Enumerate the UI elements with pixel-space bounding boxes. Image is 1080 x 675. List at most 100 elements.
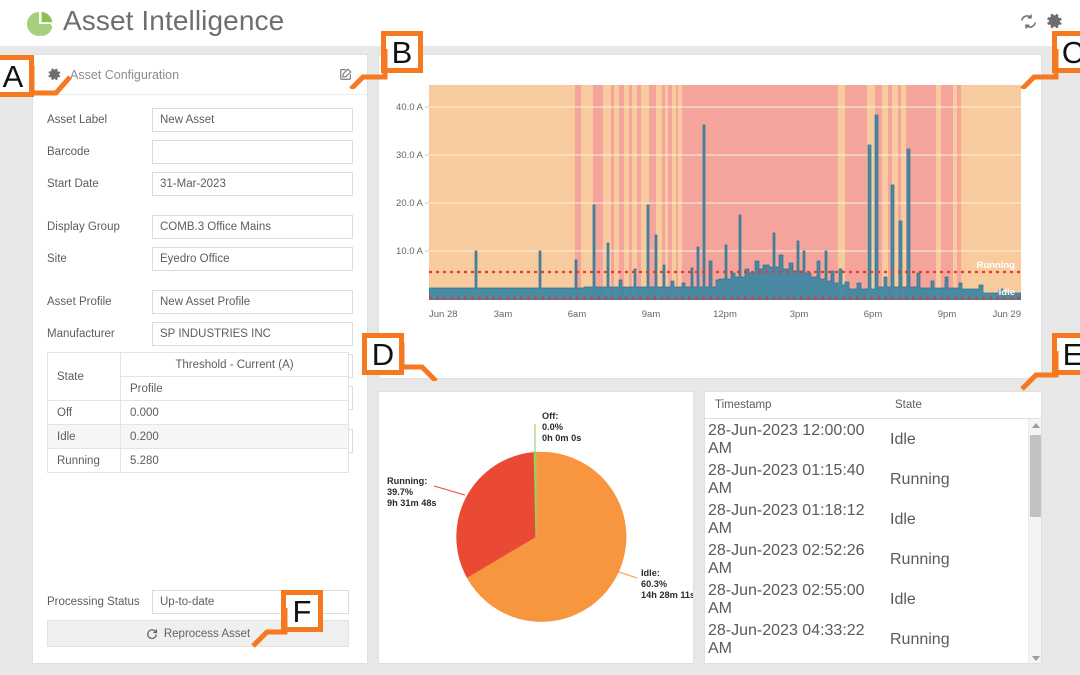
threshold-state-header: State bbox=[47, 352, 121, 401]
field-start-date: Start Date bbox=[47, 169, 353, 198]
asset-configuration-panel: Asset Configuration Asset Label Barcode … bbox=[32, 54, 368, 664]
column-header-timestamp[interactable]: Timestamp bbox=[705, 392, 885, 419]
threshold-group-header: Threshold - Current (A) bbox=[120, 352, 349, 377]
svg-text:Idle:: Idle: bbox=[641, 568, 660, 578]
page-body: Asset Configuration Asset Label Barcode … bbox=[0, 46, 1080, 675]
state-history-header-table: Timestamp State bbox=[705, 392, 1041, 419]
table-row: Idle 0.200 bbox=[47, 424, 349, 449]
table-row[interactable]: 28-Jun-2023 04:33:22 AM Running bbox=[707, 621, 1019, 659]
callout-letter: D bbox=[362, 333, 404, 375]
pie-chart-logo bbox=[25, 9, 55, 39]
field-label: Asset Profile bbox=[47, 295, 112, 308]
state-duration-pie-panel: Off: 0.0% 0h 0m 0s Running: 39.7% 9h 31m… bbox=[378, 391, 694, 664]
cell-state: Idle bbox=[889, 661, 1019, 663]
table-row: Off 0.000 bbox=[47, 400, 349, 425]
y-axis: 40.0 A 30.0 A 20.0 A 10.0 A bbox=[396, 102, 424, 257]
y-tick-label: 10.0 A bbox=[396, 246, 424, 257]
x-tick-label: 9am bbox=[642, 309, 661, 320]
timeseries-chart[interactable]: Running Idle 40.0 A 30.0 A 20.0 A 10.0 A… bbox=[379, 55, 1041, 378]
table-row[interactable]: 28-Jun-2023 02:55:00 AM Idle bbox=[707, 581, 1019, 619]
idle-percent: 60.3% bbox=[641, 579, 667, 589]
callout-e: E bbox=[1020, 333, 1080, 391]
sync-refresh-icon[interactable] bbox=[1019, 12, 1038, 31]
y-tick-label: 30.0 A bbox=[396, 150, 424, 161]
x-tick-label: Jun 28 bbox=[429, 309, 458, 320]
callout-a: A bbox=[0, 55, 72, 97]
threshold-state: Running bbox=[47, 448, 121, 473]
state-duration-pie-chart[interactable]: Off: 0.0% 0h 0m 0s Running: 39.7% 9h 31m… bbox=[379, 392, 693, 663]
table-row[interactable]: 28-Jun-2023 12:00:00 AM Idle bbox=[707, 421, 1019, 459]
running-inline-label: Running bbox=[976, 260, 1015, 271]
y-tick-label: 20.0 A bbox=[396, 198, 424, 209]
scrollbar-thumb[interactable] bbox=[1030, 435, 1041, 517]
app-header: Asset Intelligence bbox=[0, 0, 1080, 46]
cell-timestamp: 28-Jun-2023 04:33:22 AM bbox=[708, 622, 865, 657]
cell-timestamp: 28-Jun-2023 02:55:00 AM bbox=[708, 582, 865, 617]
threshold-profile: 0.000 bbox=[120, 400, 349, 425]
callout-leader-c bbox=[1020, 49, 1059, 89]
table-vertical-scrollbar[interactable] bbox=[1028, 419, 1041, 663]
asset-label-input[interactable] bbox=[152, 107, 353, 132]
idle-duration: 14h 28m 11s bbox=[641, 590, 693, 600]
table-header-row: State Threshold - Current (A) bbox=[47, 352, 349, 401]
table-row[interactable]: 28-Jun-2023 01:18:12 AM Idle bbox=[707, 501, 1019, 539]
config-panel-header: Asset Configuration bbox=[33, 55, 367, 95]
cell-state: Idle bbox=[890, 431, 916, 448]
display-group-input[interactable] bbox=[152, 214, 353, 239]
field-label: Asset Label bbox=[47, 113, 108, 126]
processing-status-label: Processing Status bbox=[47, 595, 140, 608]
barcode-input[interactable] bbox=[152, 139, 353, 164]
idle-inline-label: Idle bbox=[999, 287, 1015, 298]
field-asset-label: Asset Label bbox=[47, 105, 353, 134]
manufacturer-input[interactable] bbox=[152, 321, 353, 346]
table-row[interactable]: 28-Jun-2023 02:52:26 AM Running bbox=[707, 541, 1019, 579]
callout-d: D bbox=[362, 333, 438, 381]
header-actions bbox=[1019, 12, 1064, 31]
reprocess-asset-label: Reprocess Asset bbox=[163, 627, 251, 640]
state-history-scroll-area[interactable]: 28-Jun-2023 12:00:00 AM Idle 28-Jun-2023… bbox=[705, 419, 1041, 663]
running-label: Running bbox=[387, 476, 424, 486]
cell-state: Idle bbox=[890, 511, 916, 528]
svg-text:Running:: Running: bbox=[387, 476, 427, 486]
pie-leader-running bbox=[433, 485, 466, 496]
field-label: Manufacturer bbox=[47, 327, 115, 340]
cell-timestamp: 28-Jun-2023 01:18:12 AM bbox=[708, 502, 865, 537]
off-percent: 0.0% bbox=[542, 422, 563, 432]
site-input[interactable] bbox=[152, 246, 353, 271]
table-row: Running 5.280 bbox=[47, 448, 349, 473]
pie-label-off: Off: 0.0% 0h 0m 0s bbox=[542, 411, 581, 443]
cell-timestamp: 28-Jun-2023 04:36:00 AM bbox=[707, 661, 887, 663]
threshold-state: Idle bbox=[47, 424, 121, 449]
x-tick-label: 9pm bbox=[938, 309, 957, 320]
gear-icon[interactable] bbox=[1045, 12, 1064, 31]
field-display-group: Display Group bbox=[47, 212, 353, 241]
table-row[interactable]: 28-Jun-2023 04:36:00 AM Idle bbox=[707, 661, 1019, 663]
asset-profile-input[interactable] bbox=[152, 289, 353, 314]
table-header-row: Timestamp State bbox=[705, 392, 1041, 419]
cell-timestamp: 28-Jun-2023 12:00:00 AM bbox=[708, 422, 865, 457]
off-label: Off bbox=[542, 411, 556, 421]
running-percent: 39.7% bbox=[387, 487, 413, 497]
callout-leader-a bbox=[30, 65, 72, 96]
callout-b: B bbox=[349, 31, 423, 89]
column-header-state[interactable]: State bbox=[885, 392, 1041, 419]
idle-label: Idle bbox=[641, 568, 657, 578]
start-date-input[interactable] bbox=[152, 171, 353, 196]
x-tick-label: 12pm bbox=[713, 309, 737, 320]
callout-f: F bbox=[251, 590, 323, 648]
pie-label-idle: Idle: 60.3% 14h 28m 11s bbox=[641, 568, 693, 600]
field-site: Site bbox=[47, 244, 353, 273]
threshold-profile-header: Profile bbox=[120, 376, 349, 401]
page-title: Asset Intelligence bbox=[63, 5, 285, 36]
x-tick-label: 6am bbox=[568, 309, 587, 320]
scroll-up-arrow-icon[interactable] bbox=[1032, 423, 1040, 428]
callout-leader-f bbox=[251, 608, 288, 648]
table-row[interactable]: 28-Jun-2023 01:15:40 AM Running bbox=[707, 461, 1019, 499]
threshold-state: Off bbox=[47, 400, 121, 425]
threshold-profile: 0.200 bbox=[120, 424, 349, 449]
scroll-down-arrow-icon[interactable] bbox=[1032, 656, 1040, 661]
x-axis: Jun 28 3am 6am 9am 12pm 3pm 6pm 9pm Jun … bbox=[429, 309, 1021, 320]
running-duration: 9h 31m 48s bbox=[387, 498, 437, 508]
x-tick-label: Jun 29 bbox=[992, 309, 1021, 320]
state-history-panel: Timestamp State 28-Jun-2023 12:00:00 AM … bbox=[704, 391, 1042, 664]
